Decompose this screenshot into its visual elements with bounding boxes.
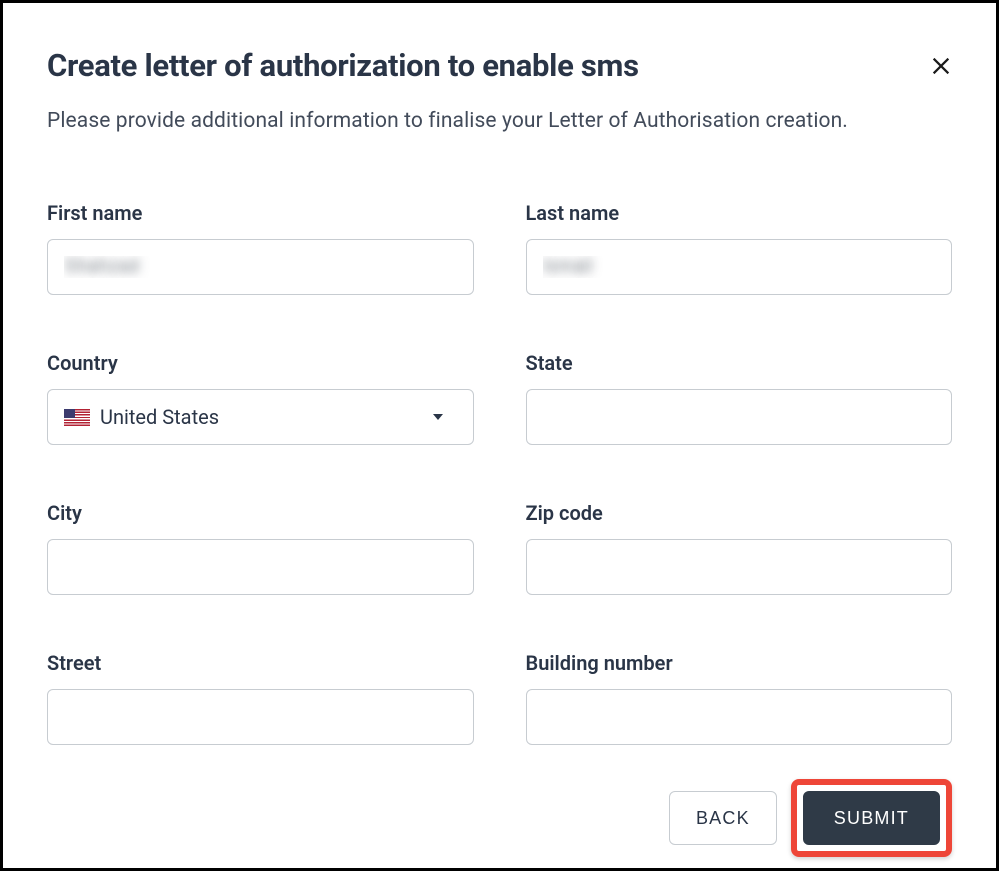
form-grid: First name Last name Country United Stat… xyxy=(47,201,952,745)
city-input[interactable] xyxy=(47,539,474,595)
close-icon[interactable] xyxy=(926,51,956,85)
country-field: Country United States xyxy=(47,351,474,445)
country-selected-text: United States xyxy=(100,405,433,429)
button-row: BACK SUBMIT xyxy=(47,779,952,857)
last-name-field: Last name xyxy=(526,201,953,295)
street-field: Street xyxy=(47,651,474,745)
building-number-input[interactable] xyxy=(526,689,953,745)
chevron-down-icon xyxy=(433,414,443,420)
first-name-label: First name xyxy=(47,201,474,225)
submit-button[interactable]: SUBMIT xyxy=(803,791,940,845)
state-field: State xyxy=(526,351,953,445)
first-name-field: First name xyxy=(47,201,474,295)
zip-code-label: Zip code xyxy=(526,501,953,525)
street-input[interactable] xyxy=(47,689,474,745)
dialog-title: Create letter of authorization to enable… xyxy=(47,47,639,84)
first-name-input[interactable] xyxy=(47,239,474,295)
submit-highlight: SUBMIT xyxy=(791,779,952,857)
city-label: City xyxy=(47,501,474,525)
back-button[interactable]: BACK xyxy=(669,791,777,845)
city-field: City xyxy=(47,501,474,595)
dialog-header: Create letter of authorization to enable… xyxy=(47,47,952,85)
zip-code-input[interactable] xyxy=(526,539,953,595)
zip-code-field: Zip code xyxy=(526,501,953,595)
dialog-description: Please provide additional information to… xyxy=(47,109,952,133)
country-select[interactable]: United States xyxy=(47,389,474,445)
us-flag-icon xyxy=(64,409,90,426)
building-number-field: Building number xyxy=(526,651,953,745)
country-label: Country xyxy=(47,351,474,375)
last-name-label: Last name xyxy=(526,201,953,225)
state-label: State xyxy=(526,351,953,375)
building-number-label: Building number xyxy=(526,651,953,675)
street-label: Street xyxy=(47,651,474,675)
state-input[interactable] xyxy=(526,389,953,445)
last-name-input[interactable] xyxy=(526,239,953,295)
loa-dialog: Create letter of authorization to enable… xyxy=(0,0,999,871)
